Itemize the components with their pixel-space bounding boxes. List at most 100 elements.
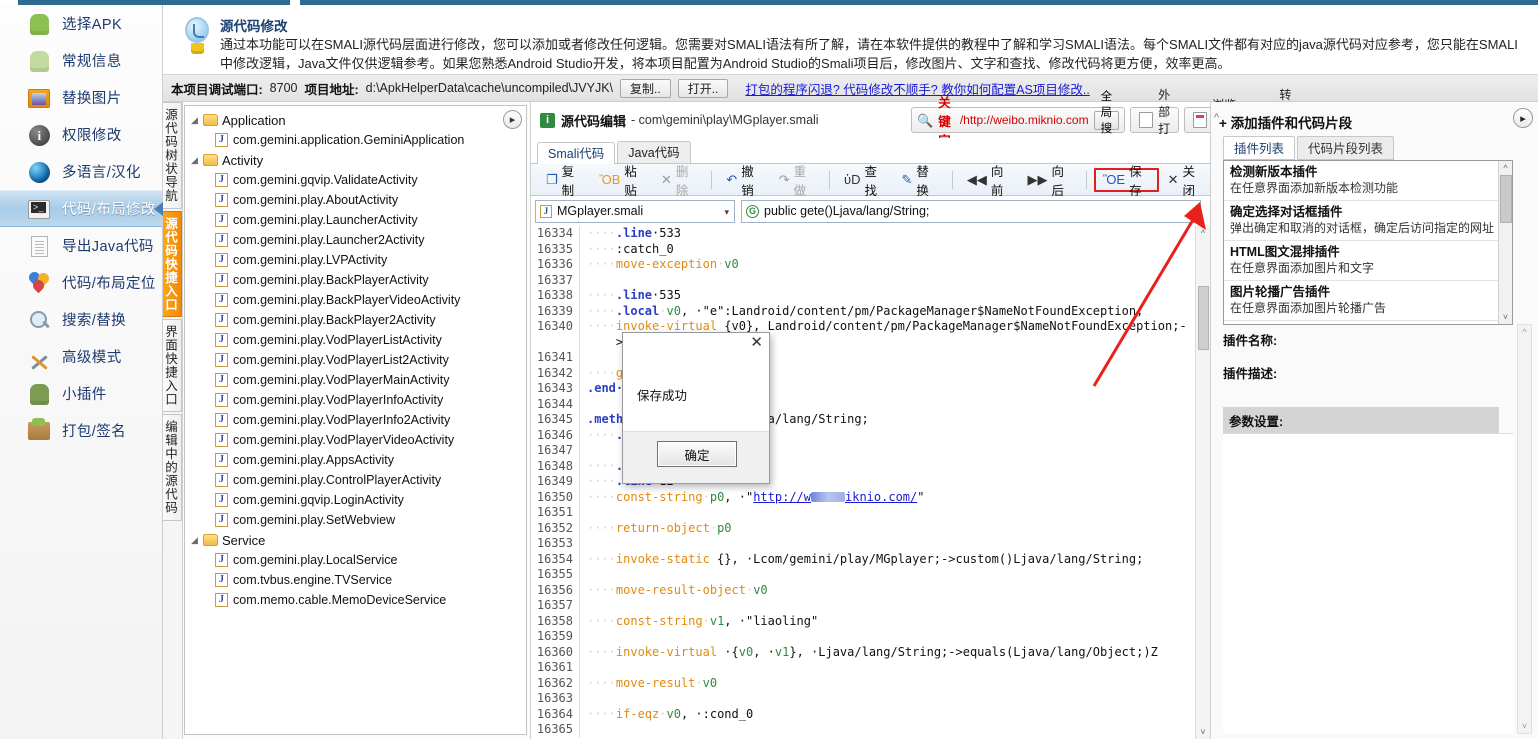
plugin-list-scrollbar[interactable]: ^ ˅ xyxy=(1498,161,1512,324)
toolbar-save-button[interactable]: ὋE保存 xyxy=(1094,168,1158,192)
vertical-tab-2[interactable]: 界面快捷入口 xyxy=(163,319,182,412)
triangle-expand-icon[interactable]: ◢ xyxy=(191,115,203,126)
code-line[interactable]: 16360····invoke-virtual ·{v0, ·v1}, ·Lja… xyxy=(531,645,1211,661)
plugin-list-item[interactable]: HTML图文混排插件在任意界面添加图片和文字 xyxy=(1224,241,1512,281)
plugin-tab-1[interactable]: 代码片段列表 xyxy=(1297,136,1394,160)
code-line[interactable]: 16356····move-result-object·v0 xyxy=(531,583,1211,599)
code-line[interactable]: 16357 xyxy=(531,598,1211,614)
tree-leaf-node[interactable]: Jcom.gemini.gqvip.ValidateActivity xyxy=(185,170,526,190)
sidebar-item-10[interactable]: 小插件 xyxy=(0,375,162,412)
code-line[interactable]: 16350····const-string·p0, ·"http://wikni… xyxy=(531,490,1211,506)
toolbar-nav-back-button[interactable]: ◀◀向前 xyxy=(960,168,1019,192)
tree-leaf-node[interactable]: Jcom.gemini.play.AboutActivity xyxy=(185,190,526,210)
tree-leaf-node[interactable]: Jcom.gemini.play.Launcher2Activity xyxy=(185,230,526,250)
tree-leaf-node[interactable]: Jcom.gemini.play.VodPlayerInfoActivity xyxy=(185,390,526,410)
plugin-param-body[interactable] xyxy=(1223,433,1513,733)
code-line[interactable]: 16364····if-eqz·v0, ·:cond_0 xyxy=(531,707,1211,723)
code-line[interactable]: 16351 xyxy=(531,505,1211,521)
tree-leaf-node[interactable]: Jcom.gemini.play.ControlPlayerActivity xyxy=(185,470,526,490)
scroll-up-icon[interactable]: ^ xyxy=(1196,226,1210,240)
scroll-down-icon[interactable]: ˅ xyxy=(1518,719,1531,733)
plugin-tab-0[interactable]: 插件列表 xyxy=(1223,136,1295,160)
tree-group-node[interactable]: ◢Activity xyxy=(185,150,526,170)
tree-leaf-node[interactable]: Jcom.tvbus.engine.TVService xyxy=(185,570,526,590)
toolbar-search-button[interactable]: ὐD查找 xyxy=(837,168,893,192)
code-line[interactable]: 16365 xyxy=(531,722,1211,738)
code-vertical-scrollbar[interactable]: ^ ˅ xyxy=(1195,226,1210,739)
dialog-ok-button[interactable]: 确定 xyxy=(657,441,737,467)
tree-group-node[interactable]: ◢Application xyxy=(185,110,526,130)
sidebar-item-11[interactable]: 打包/签名 xyxy=(0,412,162,449)
toolbar-close-x-button[interactable]: ✕关闭 xyxy=(1161,168,1211,192)
tree-leaf-node[interactable]: Jcom.gemini.play.VodPlayerListActivity xyxy=(185,330,526,350)
tree-leaf-node[interactable]: Jcom.gemini.play.BackPlayerVideoActivity xyxy=(185,290,526,310)
sidebar-item-7[interactable]: 代码/布局定位 xyxy=(0,264,162,301)
tree-leaf-node[interactable]: Jcom.gemini.gqvip.LoginActivity xyxy=(185,490,526,510)
code-line[interactable]: 16354····invoke-static {}, ·Lcom/gemini/… xyxy=(531,552,1211,568)
plugin-list-item[interactable]: 确定选择对话框插件弹出确定和取消的对话框，确定后访问指定的网址 xyxy=(1224,201,1512,241)
vertical-tab-1[interactable]: 源代码快捷入口 xyxy=(163,211,182,318)
toolbar-paste-button[interactable]: ὌB粘贴 xyxy=(592,168,652,192)
sidebar-item-5[interactable]: 代码/布局修改 xyxy=(0,190,162,227)
tree-leaf-node[interactable]: Jcom.gemini.play.VodPlayerInfo2Activity xyxy=(185,410,526,430)
close-icon[interactable]: ✕ xyxy=(750,336,763,350)
add-plugin-label[interactable]: + 添加插件和代码片段 xyxy=(1219,112,1352,132)
code-line[interactable]: 16337 xyxy=(531,273,1211,289)
code-line[interactable]: 16355 xyxy=(531,567,1211,583)
tree-leaf-node[interactable]: Jcom.gemini.play.VodPlayerVideoActivity xyxy=(185,430,526,450)
tree-leaf-node[interactable]: Jcom.gemini.play.SetWebview xyxy=(185,510,526,530)
open-path-button[interactable]: 打开.. xyxy=(678,79,729,98)
code-line[interactable]: 16359 xyxy=(531,629,1211,645)
sidebar-item-2[interactable]: 替换图片 xyxy=(0,79,162,116)
tree-group-node[interactable]: ◢Service xyxy=(185,530,526,550)
source-tree-list[interactable]: ▸ ◢ApplicationJcom.gemini.application.Ge… xyxy=(184,105,527,735)
method-selector[interactable]: Gpublic gete()Ljava/lang/String; ▾ xyxy=(741,200,1201,223)
scroll-down-icon[interactable]: ˅ xyxy=(1499,310,1512,324)
scrollbar-thumb[interactable] xyxy=(1500,175,1512,223)
as-config-tip-link[interactable]: 打包的程序闪退? 代码修改不顺手? 教你如何配置AS项目修改.. xyxy=(745,79,1089,98)
tree-leaf-node[interactable]: Jcom.memo.cable.MemoDeviceService xyxy=(185,590,526,610)
plugin-list-item[interactable]: 内置Apk广告插件 xyxy=(1224,321,1512,325)
code-line[interactable]: 16361 xyxy=(531,660,1211,676)
external-open-button[interactable]: 外部打开 xyxy=(1130,107,1179,133)
toolbar-replace-button[interactable]: ✎替换 xyxy=(895,168,945,192)
sidebar-item-4[interactable]: 多语言/汉化 xyxy=(0,153,162,190)
vertical-tab-3[interactable]: 编辑中的源代码 xyxy=(163,414,182,521)
sidebar-item-6[interactable]: 导出Java代码 xyxy=(0,227,162,264)
file-selector[interactable]: JMGplayer.smali ▾ xyxy=(535,200,735,223)
sidebar-item-0[interactable]: 选择APK xyxy=(0,5,162,42)
code-line[interactable]: 16336····move-exception·v0 xyxy=(531,257,1211,273)
plugin-expand-button[interactable]: ▸ xyxy=(1513,108,1533,128)
code-line[interactable]: 16338····.line·535 xyxy=(531,288,1211,304)
code-line[interactable]: 16335····:catch_0 xyxy=(531,242,1211,258)
plugin-list-item[interactable]: 图片轮播广告插件在任意界面添加图片轮播广告 xyxy=(1224,281,1512,321)
tree-leaf-node[interactable]: Jcom.gemini.play.LocalService xyxy=(185,550,526,570)
plugin-list[interactable]: 检测新版本插件在任意界面添加新版本检测功能确定选择对话框插件弹出确定和取消的对话… xyxy=(1223,160,1513,325)
sidebar-item-9[interactable]: 高级模式 xyxy=(0,338,162,375)
plugin-list-item[interactable]: 检测新版本插件在任意界面添加新版本检测功能 xyxy=(1224,161,1512,201)
tree-leaf-node[interactable]: Jcom.gemini.play.AppsActivity xyxy=(185,450,526,470)
global-search-button[interactable]: 全局搜索 xyxy=(1094,111,1120,130)
code-line[interactable]: 16334····.line·533 xyxy=(531,226,1211,242)
tree-expand-button[interactable]: ▸ xyxy=(503,110,522,129)
tree-leaf-node[interactable]: Jcom.gemini.play.BackPlayer2Activity xyxy=(185,310,526,330)
code-line[interactable]: 16353 xyxy=(531,536,1211,552)
scroll-down-icon[interactable]: ˅ xyxy=(1196,725,1210,739)
keyword-search-box[interactable]: 🔍 关键字: /http://weibo.miknio.com 全局搜索 xyxy=(911,107,1125,133)
scrollbar-thumb[interactable] xyxy=(1198,286,1209,350)
tree-leaf-node[interactable]: Jcom.gemini.play.VodPlayerMainActivity xyxy=(185,370,526,390)
copy-path-button[interactable]: 复制.. xyxy=(620,79,671,98)
code-line[interactable]: 16358····const-string·v1, ·"liaoling" xyxy=(531,614,1211,630)
tree-leaf-node[interactable]: Jcom.gemini.play.VodPlayerList2Activity xyxy=(185,350,526,370)
vertical-tab-0[interactable]: 源代码树状导航 xyxy=(163,102,182,209)
triangle-expand-icon[interactable]: ◢ xyxy=(191,155,203,166)
code-line[interactable]: 16363 xyxy=(531,691,1211,707)
tree-leaf-node[interactable]: Jcom.gemini.application.GeminiApplicatio… xyxy=(185,130,526,150)
toolbar-copy-button[interactable]: ❐复制 xyxy=(539,168,590,192)
scroll-up-icon[interactable]: ^ xyxy=(1499,161,1512,175)
sidebar-item-1[interactable]: 常规信息 xyxy=(0,42,162,79)
triangle-expand-icon[interactable]: ◢ xyxy=(191,535,203,546)
scroll-up-icon[interactable]: ^ xyxy=(1518,325,1531,339)
code-line[interactable]: 16339····.local·v0, ·"e":Landroid/conten… xyxy=(531,304,1211,320)
code-line[interactable]: 16362····move-result·v0 xyxy=(531,676,1211,692)
